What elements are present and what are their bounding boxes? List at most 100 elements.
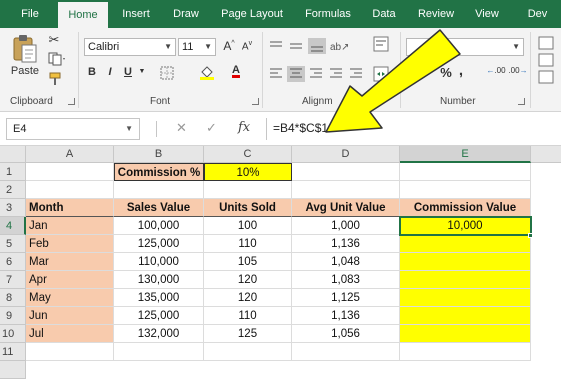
cancel-icon[interactable]: ✕ (176, 120, 187, 136)
cell-b2[interactable] (114, 181, 204, 199)
cell-sales[interactable]: 132,000 (114, 325, 204, 343)
row-header-12[interactable] (0, 361, 26, 379)
font-launcher-icon[interactable] (252, 98, 259, 105)
paste-button[interactable]: Paste (8, 32, 42, 90)
tab-insert[interactable]: Insert (114, 0, 158, 28)
tab-file[interactable]: File (8, 0, 52, 28)
accounting-format-icon[interactable] (408, 66, 428, 83)
row-header-7[interactable]: 7 (0, 271, 26, 289)
cell-commission[interactable] (400, 253, 531, 271)
cell-commission[interactable] (400, 307, 531, 325)
chevron-down-icon[interactable]: ▼ (138, 68, 146, 75)
name-box[interactable]: E4 ▼ (6, 118, 140, 140)
cell-sales[interactable]: 125,000 (114, 307, 204, 325)
cell-a1[interactable] (26, 163, 114, 181)
tab-developer[interactable]: Dev (514, 0, 561, 28)
cell-commission[interactable]: 10,000 (400, 217, 531, 235)
merge-center-icon[interactable] (372, 66, 390, 85)
header-month[interactable]: Month (26, 199, 114, 217)
column-header-d[interactable]: D (292, 146, 400, 163)
cell-d2[interactable] (292, 181, 400, 199)
column-header-f[interactable] (531, 146, 561, 163)
cell-sales[interactable]: 100,000 (114, 217, 204, 235)
cell-sales[interactable]: 130,000 (114, 271, 204, 289)
number-launcher-icon[interactable] (518, 98, 525, 105)
comma-style-button[interactable]: , (456, 62, 466, 79)
cell-e11[interactable] (400, 343, 531, 361)
row-header-10[interactable]: 10 (0, 325, 26, 343)
underline-button[interactable]: U (122, 66, 134, 78)
shrink-font-button[interactable]: Av (240, 40, 254, 52)
tab-data[interactable]: Data (364, 0, 404, 28)
cell-e1[interactable] (400, 163, 531, 181)
number-format-select[interactable]: ▼ (406, 38, 524, 56)
cell-avg[interactable]: 1,136 (292, 235, 400, 253)
clipboard-launcher-icon[interactable] (68, 98, 75, 105)
cell-units[interactable]: 110 (204, 307, 292, 325)
borders-icon[interactable] (158, 66, 176, 83)
tab-formulas[interactable]: Formulas (296, 0, 360, 28)
bold-button[interactable]: B (86, 66, 98, 78)
formula-input[interactable]: =B4*$C$1 (266, 118, 561, 140)
cell-c11[interactable] (204, 343, 292, 361)
decrease-decimal-button[interactable]: .00→ (508, 66, 528, 75)
column-header-c[interactable]: C (204, 146, 292, 163)
enter-icon[interactable]: ✓ (206, 120, 217, 136)
cell-b11[interactable] (114, 343, 204, 361)
cell-b1[interactable]: Commission % (114, 163, 204, 181)
cell-avg[interactable]: 1,048 (292, 253, 400, 271)
tab-view[interactable]: View (466, 0, 508, 28)
cell-avg[interactable]: 1,056 (292, 325, 400, 343)
fill-color-icon[interactable] (198, 64, 216, 83)
row-header-11[interactable]: 11 (0, 343, 26, 361)
cell-commission[interactable] (400, 235, 531, 253)
row-header-6[interactable]: 6 (0, 253, 26, 271)
format-painter-icon[interactable] (46, 72, 64, 89)
cell-commission[interactable] (400, 271, 531, 289)
cell-c1[interactable]: 10% (204, 163, 292, 181)
wrap-text-icon[interactable] (372, 36, 390, 55)
cell-c2[interactable] (204, 181, 292, 199)
cell-month[interactable]: Mar (26, 253, 114, 271)
tab-review[interactable]: Review (410, 0, 462, 28)
cell-month[interactable]: Jan (26, 217, 114, 235)
cell-a11[interactable] (26, 343, 114, 361)
cell-month[interactable]: Feb (26, 235, 114, 253)
cut-icon[interactable]: ✂ (46, 32, 62, 48)
cell-avg[interactable]: 1,136 (292, 307, 400, 325)
row-header-8[interactable]: 8 (0, 289, 26, 307)
cell-month[interactable]: May (26, 289, 114, 307)
row-header-1[interactable]: 1 (0, 163, 26, 181)
column-header-b[interactable]: B (114, 146, 204, 163)
grow-font-button[interactable]: A^ (222, 39, 236, 53)
cell-units[interactable]: 120 (204, 271, 292, 289)
cell-avg[interactable]: 1,125 (292, 289, 400, 307)
header-units-sold[interactable]: Units Sold (204, 199, 292, 217)
cell-e2[interactable] (400, 181, 531, 199)
font-color-button[interactable]: A (228, 64, 244, 76)
header-avg-unit-value[interactable]: Avg Unit Value (292, 199, 400, 217)
row-header-9[interactable]: 9 (0, 307, 26, 325)
cell-commission[interactable] (400, 289, 531, 307)
cell-units[interactable]: 125 (204, 325, 292, 343)
column-header-a[interactable]: A (26, 146, 114, 163)
fill-handle[interactable] (528, 233, 533, 238)
copy-icon[interactable] (46, 52, 68, 69)
cell-units[interactable]: 105 (204, 253, 292, 271)
tab-draw[interactable]: Draw (164, 0, 208, 28)
column-header-e[interactable]: E (400, 146, 531, 163)
row-header-2[interactable]: 2 (0, 181, 26, 199)
horizontal-align-icons[interactable] (268, 66, 368, 85)
row-header-4[interactable]: 4 (0, 217, 26, 235)
cell-sales[interactable]: 110,000 (114, 253, 204, 271)
header-sales-value[interactable]: Sales Value (114, 199, 204, 217)
cell-units[interactable]: 120 (204, 289, 292, 307)
conditional-format-icon[interactable] (536, 36, 556, 87)
cell-sales[interactable]: 135,000 (114, 289, 204, 307)
cell-month[interactable]: Apr (26, 271, 114, 289)
select-all-button[interactable] (0, 146, 26, 163)
insert-function-button[interactable]: fx (238, 120, 250, 135)
vertical-align-icons[interactable]: ab↗ (268, 38, 350, 57)
cell-units[interactable]: 110 (204, 235, 292, 253)
cell-a2[interactable] (26, 181, 114, 199)
